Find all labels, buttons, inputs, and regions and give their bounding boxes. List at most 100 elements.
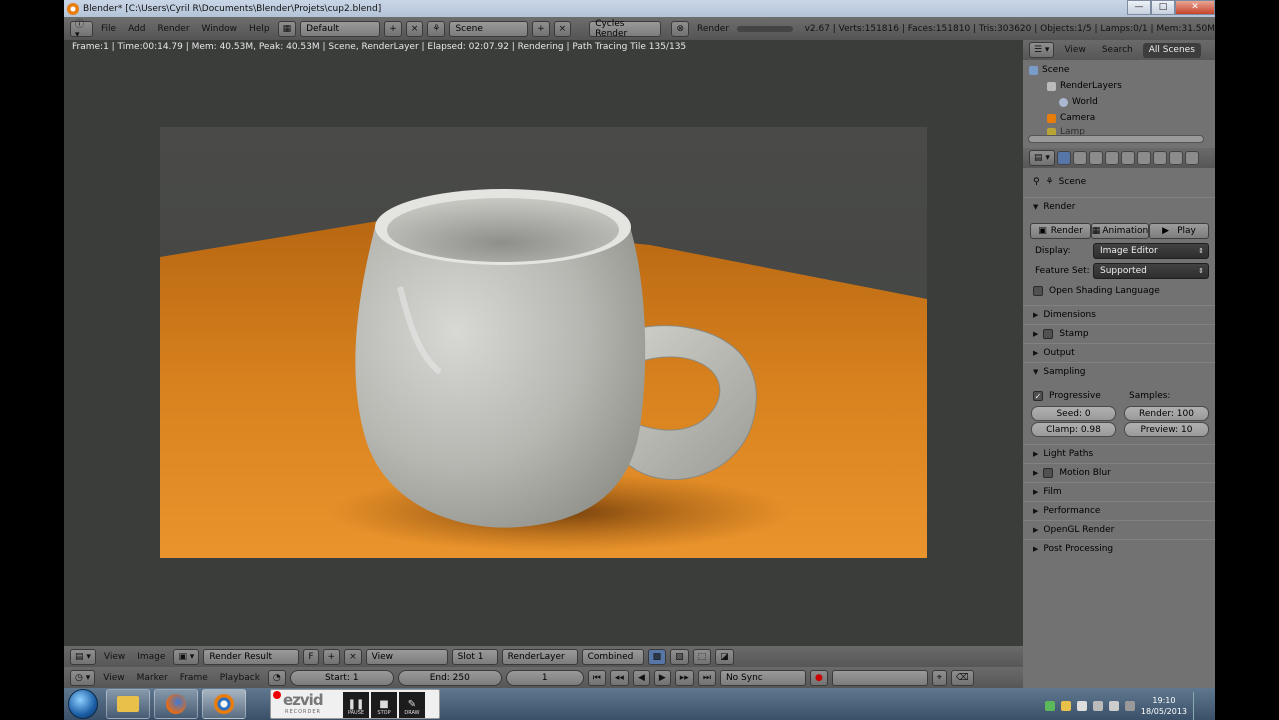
outliner-search-menu[interactable]: Search (1096, 43, 1139, 58)
image-add-icon[interactable]: + (322, 648, 341, 665)
play-animation-button[interactable]: ▶ Play (1149, 223, 1209, 239)
network-tray-icon[interactable] (1044, 701, 1055, 711)
data-tab-icon[interactable] (1168, 151, 1183, 165)
display-select[interactable]: Image Editor ⇕ (1093, 243, 1209, 259)
outliner-display-mode[interactable]: All Scenes (1142, 42, 1201, 58)
fake-user-button[interactable]: F (303, 648, 319, 665)
layout-remove-icon[interactable]: × (405, 20, 424, 37)
panel-stamp-title[interactable]: ▶ Stamp (1023, 324, 1215, 343)
layout-add-icon[interactable]: + (384, 20, 402, 37)
volume-tray-icon[interactable] (1108, 701, 1119, 711)
scene-icon[interactable]: ⚘ (427, 20, 446, 37)
prev-key-icon[interactable]: ◂◂ (609, 669, 629, 686)
panel-post-processing-title[interactable]: ▶ Post Processing (1023, 539, 1215, 558)
keying-set-field[interactable] (831, 669, 928, 686)
menu-frame[interactable]: Frame (176, 673, 212, 683)
sync-icon[interactable]: ◪ (715, 648, 734, 665)
panel-opengl-render-title[interactable]: ▶ OpenGL Render (1023, 520, 1215, 539)
record-icon[interactable]: ● (809, 669, 828, 686)
display-tray-icon[interactable] (1092, 701, 1103, 711)
scene-remove-icon[interactable]: × (553, 20, 572, 37)
delete-key-icon[interactable]: ⌫ (950, 669, 974, 686)
view-mode-select[interactable]: View (365, 648, 448, 665)
pin-context-icon[interactable]: ⚲ (1033, 177, 1040, 187)
tree-item-world[interactable]: World (1059, 94, 1098, 110)
panel-render-title[interactable]: ▼ Render (1023, 197, 1215, 216)
flag-tray-icon[interactable] (1076, 701, 1087, 711)
editor-type-timeline-icon[interactable]: ◷ ▾ (70, 669, 96, 686)
taskbar-clock[interactable]: 19:10 18/05/2013 (1141, 695, 1187, 717)
seed-field[interactable]: Seed: 0 (1031, 406, 1116, 421)
ezvid-pause-button[interactable]: ❚❚ PAUSE (343, 692, 369, 718)
ezvid-stop-button[interactable]: ■ STOP (371, 692, 397, 718)
render-engine-select[interactable]: Cycles Render (589, 19, 662, 39)
close-button[interactable]: ✕ (1175, 0, 1215, 15)
panel-sampling-title[interactable]: ▼ Sampling (1023, 362, 1215, 381)
clamp-field[interactable]: Clamp: 0.98 (1031, 422, 1116, 437)
play-reverse-icon[interactable]: ◀ (632, 669, 650, 686)
render-pass-select[interactable]: Combined (581, 648, 644, 665)
menu-help[interactable]: Help (245, 24, 274, 34)
play-icon[interactable]: ▶ (653, 669, 671, 686)
jump-end-icon[interactable]: ⏭ (697, 669, 716, 686)
layout-grid-icon[interactable]: ▦ (277, 20, 297, 37)
preview-range-icon[interactable]: ◔ (267, 669, 286, 686)
panel-dimensions-title[interactable]: ▶ Dimensions (1023, 305, 1215, 324)
render-layer-select[interactable]: RenderLayer (501, 648, 578, 665)
panel-film-title[interactable]: ▶ Film (1023, 482, 1215, 501)
progressive-checkbox[interactable]: ✓ (1033, 391, 1043, 401)
feature-set-select[interactable]: Supported ⇕ (1093, 263, 1209, 279)
stamp-checkbox[interactable] (1043, 329, 1054, 339)
menu-view[interactable]: View (100, 652, 129, 662)
layout-field[interactable]: Default (300, 20, 381, 37)
osl-checkbox-row[interactable]: Open Shading Language (1033, 286, 1160, 296)
taskbar-blender[interactable] (202, 689, 246, 719)
render-animation-button[interactable]: ▦ Animation (1091, 223, 1149, 239)
end-frame-field[interactable]: End: 250 (397, 669, 502, 686)
image-browse-icon[interactable]: ▣ ▾ (173, 648, 200, 665)
editor-type-image-icon[interactable]: ▤ ▾ (70, 648, 96, 665)
start-frame-field[interactable]: Start: 1 (289, 669, 394, 686)
layers-tab-icon[interactable] (1072, 151, 1087, 165)
panel-light-paths-title[interactable]: ▶ Light Paths (1023, 444, 1215, 463)
menu-view-timeline[interactable]: View (99, 673, 128, 683)
pin-icon[interactable]: ⬚ (692, 648, 712, 665)
panel-performance-title[interactable]: ▶ Performance (1023, 501, 1215, 520)
menu-window[interactable]: Window (198, 24, 242, 34)
wifi-tray-icon[interactable] (1124, 701, 1135, 711)
maximize-button[interactable]: □ (1151, 0, 1175, 15)
alpha-icon[interactable]: ▧ (670, 648, 689, 665)
show-desktop-button[interactable] (1193, 692, 1207, 720)
constraints-tab-icon[interactable] (1136, 151, 1151, 165)
preview-samples-field[interactable]: Preview: 10 (1124, 422, 1209, 437)
object-tab-icon[interactable] (1120, 151, 1135, 165)
start-button[interactable] (68, 689, 98, 719)
taskbar-firefox[interactable] (154, 689, 198, 719)
editor-type-properties-icon[interactable]: ▤ ▾ (1029, 150, 1055, 166)
scene-field[interactable]: Scene (449, 20, 529, 37)
menu-file[interactable]: File (97, 24, 120, 34)
menu-render[interactable]: Render (154, 24, 194, 34)
tree-item-renderlayers[interactable]: RenderLayers (1047, 78, 1122, 94)
folder-tray-icon[interactable] (1060, 701, 1071, 711)
world-tab-icon[interactable] (1104, 151, 1119, 165)
outliner-scrollbar[interactable] (1028, 135, 1204, 143)
channels-icon[interactable]: ▩ (647, 648, 667, 665)
image-name-field[interactable]: Render Result (203, 648, 300, 665)
motion-blur-checkbox[interactable] (1043, 468, 1054, 478)
taskbar-explorer[interactable] (106, 689, 150, 719)
image-remove-icon[interactable]: × (344, 648, 362, 665)
render-still-button[interactable]: ▣ Render (1030, 223, 1091, 239)
next-key-icon[interactable]: ▸▸ (674, 669, 694, 686)
tree-item-scene[interactable]: Scene (1029, 62, 1069, 78)
current-frame-field[interactable]: 1 (505, 669, 584, 686)
menu-add[interactable]: Add (124, 24, 149, 34)
render-tab-icon[interactable] (1056, 151, 1071, 165)
material-tab-icon[interactable] (1184, 151, 1199, 165)
jump-start-icon[interactable]: ⏮ (587, 669, 606, 686)
menu-image[interactable]: Image (133, 652, 169, 662)
osl-checkbox[interactable] (1033, 286, 1043, 296)
editor-type-outliner-icon[interactable]: ☰ ▾ (1029, 42, 1055, 58)
modifiers-tab-icon[interactable] (1152, 151, 1167, 165)
outliner-view-menu[interactable]: View (1058, 43, 1091, 58)
